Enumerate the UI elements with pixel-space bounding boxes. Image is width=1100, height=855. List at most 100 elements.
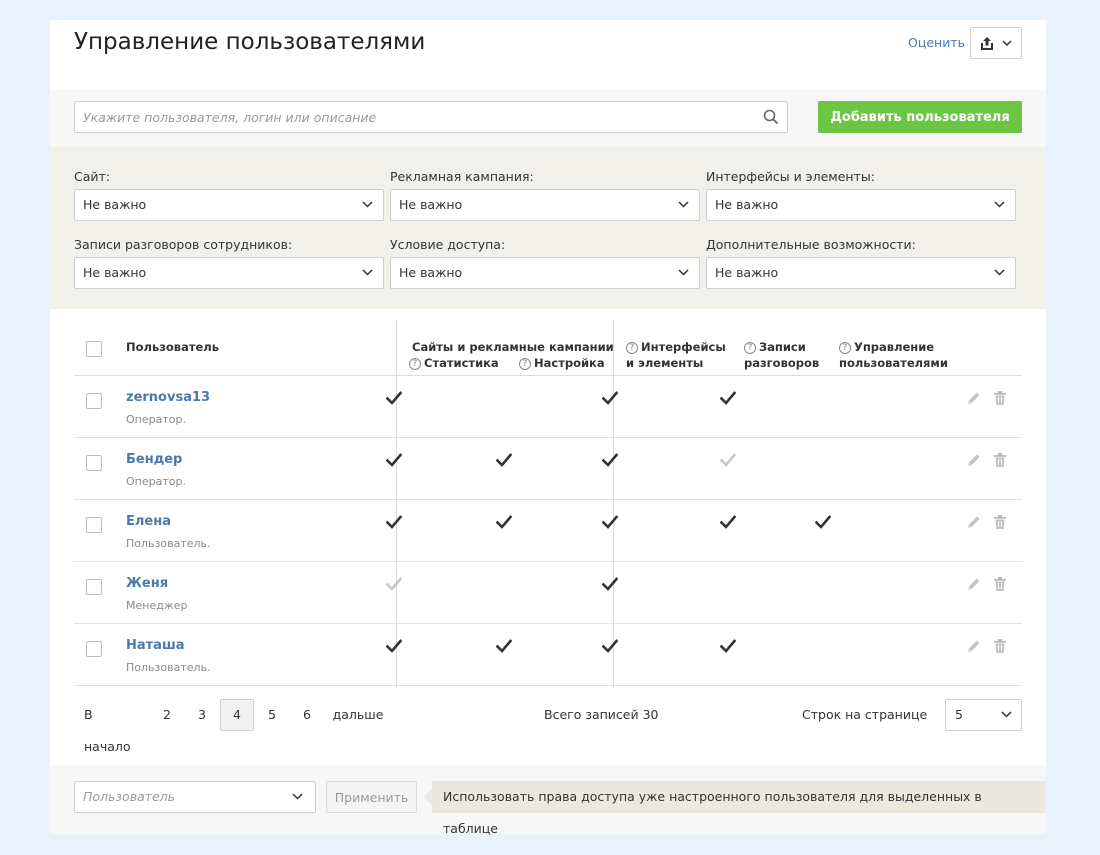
delete-trash-icon[interactable]: [993, 638, 1007, 658]
header-settings: ? Настройка: [519, 355, 605, 371]
help-icon[interactable]: ?: [839, 342, 851, 354]
check-icon: [601, 514, 619, 533]
user-management-page: Управление пользователями Оценить Добави…: [50, 20, 1046, 836]
check-icon: [601, 390, 619, 409]
filter-label: Дополнительные возможности:: [706, 237, 916, 252]
page-link[interactable]: 6: [290, 699, 324, 731]
check-icon: [601, 452, 619, 471]
page-next-link[interactable]: дальше: [330, 699, 386, 731]
filter-value: Не важно: [83, 265, 147, 280]
filter-value: Не важно: [715, 265, 779, 280]
user-name-link[interactable]: zernovsa13: [126, 390, 210, 405]
help-icon[interactable]: ?: [409, 358, 421, 370]
apply-button[interactable]: Применить: [326, 781, 417, 813]
rows-per-page-value: 5: [955, 707, 963, 722]
user-role: Оператор.: [126, 413, 186, 426]
check-icon: [719, 514, 737, 533]
filter-select[interactable]: Не важно: [390, 257, 700, 289]
filter-site: Сайт: Не важно: [74, 169, 384, 221]
edit-pencil-icon[interactable]: [966, 452, 982, 472]
user-name-link[interactable]: Елена: [126, 514, 171, 529]
table-row: Женя Менеджер: [74, 562, 1022, 624]
user-role: Менеджер: [126, 599, 188, 612]
chevron-down-icon: [362, 269, 373, 276]
chevron-down-icon: [678, 269, 689, 276]
bulk-actions-bar: Пользователь Применить Использовать прав…: [50, 765, 1046, 836]
user-name-link[interactable]: Наташа: [126, 638, 185, 653]
user-name-link[interactable]: Женя: [126, 576, 168, 591]
filter-select[interactable]: Не важно: [706, 257, 1016, 289]
delete-trash-icon[interactable]: [993, 390, 1007, 410]
user-role: Оператор.: [126, 475, 186, 488]
filter-value: Не важно: [715, 197, 779, 212]
search-input[interactable]: [75, 102, 755, 132]
delete-trash-icon[interactable]: [993, 514, 1007, 534]
users-table: Пользователь Сайты и рекламные кампании …: [74, 320, 1022, 688]
filter-campaign: Рекламная кампания: Не важно: [390, 169, 700, 221]
help-icon[interactable]: ?: [744, 342, 756, 354]
edit-pencil-icon[interactable]: [966, 576, 982, 596]
pagination: В начало 2 3 4 5 6 дальше Всего записей …: [74, 695, 1022, 754]
filters-panel: Сайт: Не важно Рекламная кампания: Не ва…: [50, 147, 1046, 309]
filter-select[interactable]: Не важно: [74, 189, 384, 221]
select-all-checkbox[interactable]: [86, 341, 102, 357]
filter-records: Записи разговоров сотрудников: Не важно: [74, 237, 384, 289]
row-checkbox[interactable]: [86, 455, 102, 471]
page-title: Управление пользователями: [74, 29, 426, 55]
table-row: Наташа Пользователь.: [74, 624, 1022, 686]
add-user-button[interactable]: Добавить пользователя: [818, 101, 1022, 133]
chevron-down-icon: [994, 201, 1005, 208]
edit-pencil-icon[interactable]: [966, 638, 982, 658]
page-link[interactable]: 5: [255, 699, 289, 731]
help-icon[interactable]: ?: [519, 358, 531, 370]
row-checkbox[interactable]: [86, 641, 102, 657]
chevron-down-icon: [994, 269, 1005, 276]
header-user: Пользователь: [126, 340, 219, 354]
check-icon: [385, 514, 403, 533]
page-first-link[interactable]: В начало: [74, 699, 142, 754]
table-row: zernovsa13 Оператор.: [74, 376, 1022, 438]
check-icon: [814, 514, 832, 533]
export-button[interactable]: [970, 27, 1022, 59]
page-link-current[interactable]: 4: [220, 699, 254, 731]
filter-extra: Дополнительные возможности: Не важно: [706, 237, 1016, 289]
page-header: Управление пользователями Оценить: [50, 20, 1046, 90]
rows-per-page-select[interactable]: 5: [945, 699, 1022, 731]
row-checkbox[interactable]: [86, 393, 102, 409]
chevron-down-icon: [292, 793, 303, 800]
edit-pencil-icon[interactable]: [966, 390, 982, 410]
user-name-link[interactable]: Бендер: [126, 452, 182, 467]
table-row: Елена Пользователь.: [74, 500, 1022, 562]
check-icon: [719, 638, 737, 657]
user-role: Пользователь.: [126, 537, 211, 550]
filter-value: Не важно: [399, 197, 463, 212]
user-role: Пользователь.: [126, 661, 211, 674]
filter-label: Условие доступа:: [390, 237, 506, 252]
check-icon: [495, 638, 513, 657]
check-icon: [385, 576, 403, 595]
filter-label: Записи разговоров сотрудников:: [74, 237, 293, 252]
filter-select[interactable]: Не важно: [74, 257, 384, 289]
table-body: zernovsa13 Оператор. Бендер Оператор. Елена П…: [74, 376, 1022, 686]
delete-trash-icon[interactable]: [993, 452, 1007, 472]
filter-select[interactable]: Не важно: [706, 189, 1016, 221]
chevron-down-icon: [1001, 711, 1012, 718]
page-link[interactable]: 2: [150, 699, 184, 731]
filter-select[interactable]: Не важно: [390, 189, 700, 221]
page-link[interactable]: 3: [185, 699, 219, 731]
check-icon: [601, 576, 619, 595]
row-checkbox[interactable]: [86, 517, 102, 533]
table-row: Бендер Оператор.: [74, 438, 1022, 500]
rate-link[interactable]: Оценить: [908, 35, 965, 50]
help-icon[interactable]: ?: [626, 342, 638, 354]
delete-trash-icon[interactable]: [993, 576, 1007, 596]
row-checkbox[interactable]: [86, 579, 102, 595]
search-icon[interactable]: [763, 109, 779, 125]
filter-value: Не важно: [399, 265, 463, 280]
source-user-select[interactable]: Пользователь: [74, 781, 316, 813]
header-user-management: ? Управление пользователями: [839, 340, 948, 370]
check-icon: [719, 390, 737, 409]
edit-pencil-icon[interactable]: [966, 514, 982, 534]
filter-interfaces: Интерфейсы и элементы: Не важно: [706, 169, 1016, 221]
total-records: Всего записей 30: [544, 707, 659, 722]
